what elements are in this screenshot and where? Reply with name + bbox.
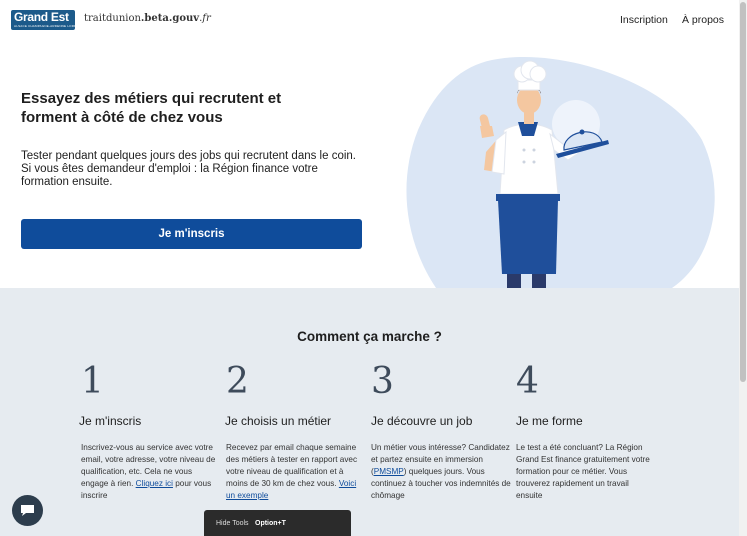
signup-button[interactable]: Je m'inscris xyxy=(21,219,362,249)
page-scrollbar[interactable] xyxy=(739,0,747,536)
how-it-works-section: Comment ça marche ? 1 Je m'inscris Inscr… xyxy=(0,288,739,536)
step-number: 4 xyxy=(516,361,539,402)
devtools-toggle[interactable]: Hide Tools Option+T xyxy=(204,510,351,536)
site-header: Grand Est ALSACE CHAMPAGNE-ARDENNE LORRA… xyxy=(0,0,739,44)
step-number: 3 xyxy=(371,361,394,402)
step-title: Je choisis un métier xyxy=(225,414,332,428)
logo-tagline: ALSACE CHAMPAGNE-ARDENNE LORRAINE xyxy=(14,24,85,28)
nav-inscription[interactable]: Inscription xyxy=(620,14,668,26)
step-title: Je découvre un job xyxy=(371,414,473,428)
chef-illustration xyxy=(406,57,715,288)
step-4: 4 Je me forme Le test a été concluant? L… xyxy=(516,360,656,502)
grand-est-logo[interactable]: Grand Est ALSACE CHAMPAGNE-ARDENNE LORRA… xyxy=(11,10,84,30)
nav-a-propos[interactable]: À propos xyxy=(682,14,724,26)
step-description: Recevez par email chaque semaine des mét… xyxy=(226,443,358,500)
how-it-works-heading: Comment ça marche ? xyxy=(297,329,442,344)
step-number: 1 xyxy=(81,361,104,402)
step-title: Je me forme xyxy=(516,414,583,428)
chat-button[interactable] xyxy=(12,495,43,526)
pmsmp-link[interactable]: PMSMP xyxy=(374,467,404,476)
hero-section: Essayez des métiers qui recrutent et for… xyxy=(0,44,739,288)
step-description: Le test a été concluant? La Région Grand… xyxy=(516,443,650,500)
site-url: traitdunion.beta.gouv.fr xyxy=(84,13,211,24)
step-title: Je m'inscris xyxy=(79,414,142,428)
devtools-label: Hide Tools xyxy=(216,520,249,527)
signup-link[interactable]: Cliquez ici xyxy=(136,479,173,488)
chat-bubble-icon xyxy=(21,505,34,516)
step-description: Un métier vous intéresse? Candidatez et … xyxy=(371,443,511,500)
step-2: 2 Je choisis un métier Recevez par email… xyxy=(225,360,366,502)
step-description: Inscrivez-vous au service avec votre ema… xyxy=(81,443,216,500)
devtools-shortcut: Option+T xyxy=(255,520,286,527)
scrollbar-thumb[interactable] xyxy=(740,2,746,382)
step-3: 3 Je découvre un job Un métier vous inté… xyxy=(371,360,511,502)
hero-description: Tester pendant quelques jours des jobs q… xyxy=(21,150,356,188)
logo-text: Grand Est xyxy=(14,10,69,24)
hero-title: Essayez des métiers qui recrutent et for… xyxy=(21,90,282,126)
step-number: 2 xyxy=(226,361,249,402)
step-1: 1 Je m'inscris Inscrivez-vous au service… xyxy=(79,360,221,502)
